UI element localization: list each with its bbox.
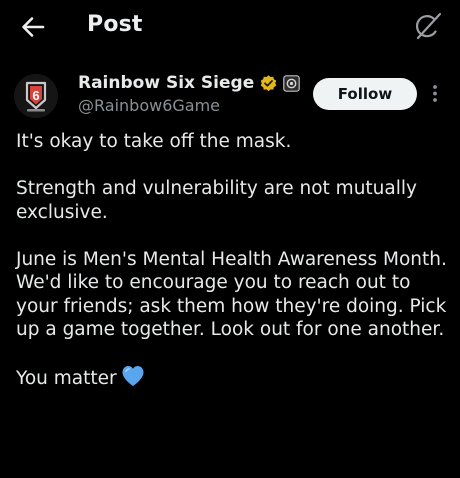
post-paragraph: It's okay to take off the mask. [16,131,292,152]
post-author-header: 6 Rainbow Six Siege @Rainbow6Game Follow [0,66,460,122]
grok-button[interactable] [414,12,442,40]
post-text: It's okay to take off the mask. Strength… [16,130,448,391]
post-paragraph: Strength and vulnerability are not mutua… [16,178,417,223]
post-closing-text: You matter [16,368,117,389]
affiliate-badge-icon [283,74,301,92]
back-button[interactable] [20,14,46,40]
more-options-button[interactable] [427,80,443,108]
top-app-bar: Post [0,0,460,56]
arrow-left-icon [22,17,45,37]
follow-button[interactable]: Follow [313,78,417,110]
author-handle[interactable]: @Rainbow6Game [78,96,220,115]
author-display-name[interactable]: Rainbow Six Siege [78,73,254,93]
author-name-row: Rainbow Six Siege [78,72,301,94]
blue-heart-icon [122,366,144,386]
page-title: Post [87,12,143,37]
grok-icon [415,12,442,40]
post-paragraph: June is Men's Mental Health Awareness Mo… [16,248,447,341]
post-paragraph-last: You matter [16,365,448,391]
rainbow-six-logo-icon: 6 [14,74,58,118]
verified-gold-badge-icon [260,74,277,91]
svg-text:6: 6 [32,88,39,103]
avatar[interactable]: 6 [14,74,58,118]
more-vertical-icon [433,85,437,102]
